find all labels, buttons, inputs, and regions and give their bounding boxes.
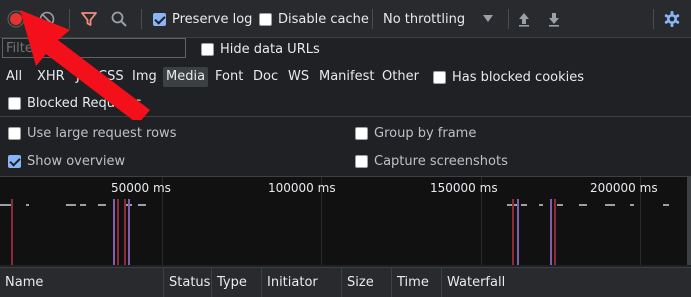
type-filter-xhr[interactable]: XHR <box>34 67 68 87</box>
preserve-log-check[interactable] <box>153 12 166 26</box>
preserve-log-checkbox[interactable]: Preserve log <box>153 9 252 29</box>
preserve-log-label: Preserve log <box>172 11 253 27</box>
dropdown-arrow-icon <box>483 15 493 22</box>
column-header-type[interactable]: Type <box>212 268 262 297</box>
disable-cache-check[interactable] <box>259 12 272 26</box>
clear-button[interactable] <box>38 9 56 29</box>
column-header-name[interactable]: Name <box>0 268 164 297</box>
column-header-waterfall[interactable]: Waterfall <box>442 268 691 297</box>
large-rows-checkbox[interactable]: Use large request rows <box>8 123 228 143</box>
capture-screenshots-checkbox[interactable]: Capture screenshots <box>355 151 535 171</box>
clear-icon <box>39 11 55 27</box>
overview-scrollbar[interactable] <box>687 177 691 265</box>
large-rows-label: Use large request rows <box>27 125 177 141</box>
type-filter-font[interactable]: Font <box>212 67 246 87</box>
has-blocked-cookies-check[interactable] <box>433 70 446 84</box>
column-header-time[interactable]: Time <box>392 268 442 297</box>
show-overview-label: Show overview <box>27 153 126 169</box>
settings-divider <box>0 116 691 117</box>
group-by-frame-label: Group by frame <box>374 125 477 141</box>
type-filter-all[interactable]: All <box>3 67 25 87</box>
record-icon <box>7 10 25 28</box>
type-filter-css[interactable]: CSS <box>95 67 127 87</box>
hide-data-urls-checkbox[interactable]: Hide data URLs <box>201 39 341 59</box>
large-rows-check[interactable] <box>8 126 21 140</box>
type-filter-other[interactable]: Other <box>379 67 422 87</box>
record-button[interactable] <box>7 9 25 29</box>
disable-cache-label: Disable cache <box>278 11 369 27</box>
export-har-button[interactable] <box>545 9 563 29</box>
hide-data-urls-label: Hide data URLs <box>220 41 320 57</box>
group-by-frame-check[interactable] <box>355 126 368 140</box>
filter-funnel-icon <box>81 12 97 26</box>
network-toolbar: Preserve log Disable cache No throttling <box>0 0 691 38</box>
blocked-requests-label: Blocked Requests <box>27 95 142 111</box>
has-blocked-cookies-label: Has blocked cookies <box>452 69 585 85</box>
throttling-select[interactable]: No throttling <box>383 9 493 29</box>
network-overview[interactable]: 50000 ms 100000 ms 150000 ms 200000 ms <box>0 177 687 265</box>
capture-screenshots-label: Capture screenshots <box>374 153 508 169</box>
throttling-value: No throttling <box>383 11 466 27</box>
download-arrow-icon <box>549 13 559 27</box>
group-by-frame-checkbox[interactable]: Group by frame <box>355 123 535 143</box>
settings-button[interactable] <box>663 9 681 29</box>
capture-screenshots-check[interactable] <box>355 154 368 168</box>
type-filter-manifest[interactable]: Manifest <box>316 67 377 87</box>
import-har-button[interactable] <box>515 9 533 29</box>
type-filter-img[interactable]: Img <box>129 67 160 87</box>
column-header-initiator[interactable]: Initiator <box>262 268 342 297</box>
overview-activity <box>0 199 669 265</box>
disable-cache-checkbox[interactable]: Disable cache <box>259 9 369 29</box>
blocked-requests-checkbox[interactable]: Blocked Requests <box>8 93 168 113</box>
type-filter-js[interactable]: JS <box>73 67 91 87</box>
filter-input[interactable] <box>2 38 186 58</box>
upload-arrow-icon <box>519 13 529 27</box>
show-overview-check[interactable] <box>8 154 21 168</box>
type-filter-ws[interactable]: WS <box>285 67 312 87</box>
column-header-status[interactable]: Status <box>164 268 212 297</box>
search-button[interactable] <box>110 9 128 29</box>
type-filter-doc[interactable]: Doc <box>250 67 281 87</box>
show-overview-checkbox[interactable]: Show overview <box>8 151 168 171</box>
has-blocked-cookies-checkbox[interactable]: Has blocked cookies <box>433 67 613 87</box>
hide-data-urls-check[interactable] <box>201 42 214 56</box>
type-filter-media[interactable]: Media <box>163 67 209 87</box>
filter-toggle-button[interactable] <box>80 9 98 29</box>
column-header-size[interactable]: Size <box>342 268 392 297</box>
blocked-requests-check[interactable] <box>8 96 21 110</box>
gear-icon <box>664 11 680 27</box>
request-table-header: Name Status Type Initiator Size Time Wat… <box>0 267 691 297</box>
search-icon <box>111 11 127 27</box>
